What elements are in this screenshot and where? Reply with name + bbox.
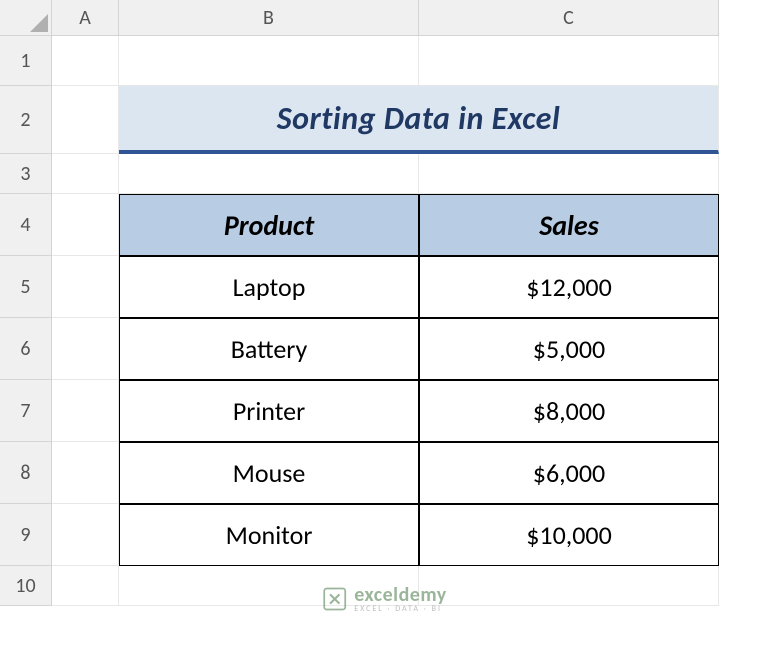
table-row[interactable]: $8,000 bbox=[419, 380, 719, 442]
watermark-text: exceldemy EXCEL · DATA · BI bbox=[354, 585, 447, 613]
row-header-10[interactable]: 10 bbox=[0, 566, 52, 606]
table-row[interactable]: $12,000 bbox=[419, 256, 719, 318]
cell-a9[interactable] bbox=[52, 504, 119, 566]
table-row[interactable]: $10,000 bbox=[419, 504, 719, 566]
cell-a8[interactable] bbox=[52, 442, 119, 504]
row-header-9[interactable]: 9 bbox=[0, 504, 52, 566]
cell-b1[interactable] bbox=[119, 36, 419, 86]
watermark: exceldemy EXCEL · DATA · BI bbox=[320, 585, 447, 613]
exceldemy-logo-icon bbox=[320, 585, 348, 613]
row-header-5[interactable]: 5 bbox=[0, 256, 52, 318]
table-row[interactable]: Battery bbox=[119, 318, 419, 380]
watermark-sub: EXCEL · DATA · BI bbox=[354, 605, 447, 613]
cell-a4[interactable] bbox=[52, 194, 119, 256]
col-header-b[interactable]: B bbox=[119, 0, 419, 36]
cell-b3[interactable] bbox=[119, 154, 419, 194]
cell-c1[interactable] bbox=[419, 36, 719, 86]
row-header-2[interactable]: 2 bbox=[0, 86, 52, 154]
cell-a7[interactable] bbox=[52, 380, 119, 442]
row-header-8[interactable]: 8 bbox=[0, 442, 52, 504]
table-row[interactable]: Laptop bbox=[119, 256, 419, 318]
col-header-a[interactable]: A bbox=[52, 0, 119, 36]
row-header-3[interactable]: 3 bbox=[0, 154, 52, 194]
row-header-7[interactable]: 7 bbox=[0, 380, 52, 442]
watermark-main: exceldemy bbox=[354, 585, 447, 605]
cell-a3[interactable] bbox=[52, 154, 119, 194]
row-header-4[interactable]: 4 bbox=[0, 194, 52, 256]
table-row[interactable]: $6,000 bbox=[419, 442, 719, 504]
table-row[interactable]: $5,000 bbox=[419, 318, 719, 380]
table-row[interactable]: Printer bbox=[119, 380, 419, 442]
table-row[interactable]: Mouse bbox=[119, 442, 419, 504]
title-cell[interactable]: Sorting Data in Excel bbox=[119, 86, 719, 154]
col-header-c[interactable]: C bbox=[419, 0, 719, 36]
corner-triangle-icon bbox=[30, 14, 48, 32]
cell-c10[interactable] bbox=[419, 566, 719, 606]
row-header-6[interactable]: 6 bbox=[0, 318, 52, 380]
cell-a2[interactable] bbox=[52, 86, 119, 154]
row-header-1[interactable]: 1 bbox=[0, 36, 52, 86]
cell-a10[interactable] bbox=[52, 566, 119, 606]
spreadsheet-grid: A B C 1 2 Sorting Data in Excel 3 4 Prod… bbox=[0, 0, 767, 606]
cell-a5[interactable] bbox=[52, 256, 119, 318]
table-row[interactable]: Monitor bbox=[119, 504, 419, 566]
cell-c3[interactable] bbox=[419, 154, 719, 194]
select-all-corner[interactable] bbox=[0, 0, 52, 36]
table-header-sales[interactable]: Sales bbox=[419, 194, 719, 256]
cell-a6[interactable] bbox=[52, 318, 119, 380]
table-header-product[interactable]: Product bbox=[119, 194, 419, 256]
cell-a1[interactable] bbox=[52, 36, 119, 86]
